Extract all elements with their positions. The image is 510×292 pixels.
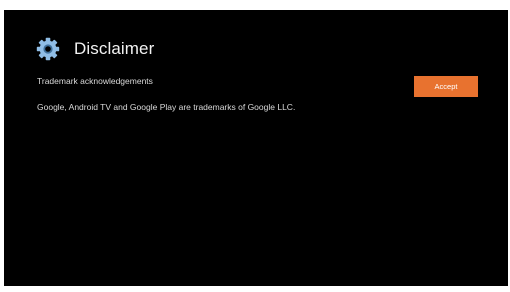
tv-screen: Disclaimer Trademark acknowledgements Go… (4, 10, 508, 286)
section-subtitle: Trademark acknowledgements (37, 76, 153, 86)
accept-button[interactable]: Accept (414, 76, 478, 97)
page-header: Disclaimer (36, 37, 154, 61)
trademark-text: Google, Android TV and Google Play are t… (37, 102, 296, 112)
gear-icon (36, 37, 60, 61)
page-title: Disclaimer (74, 39, 155, 58)
